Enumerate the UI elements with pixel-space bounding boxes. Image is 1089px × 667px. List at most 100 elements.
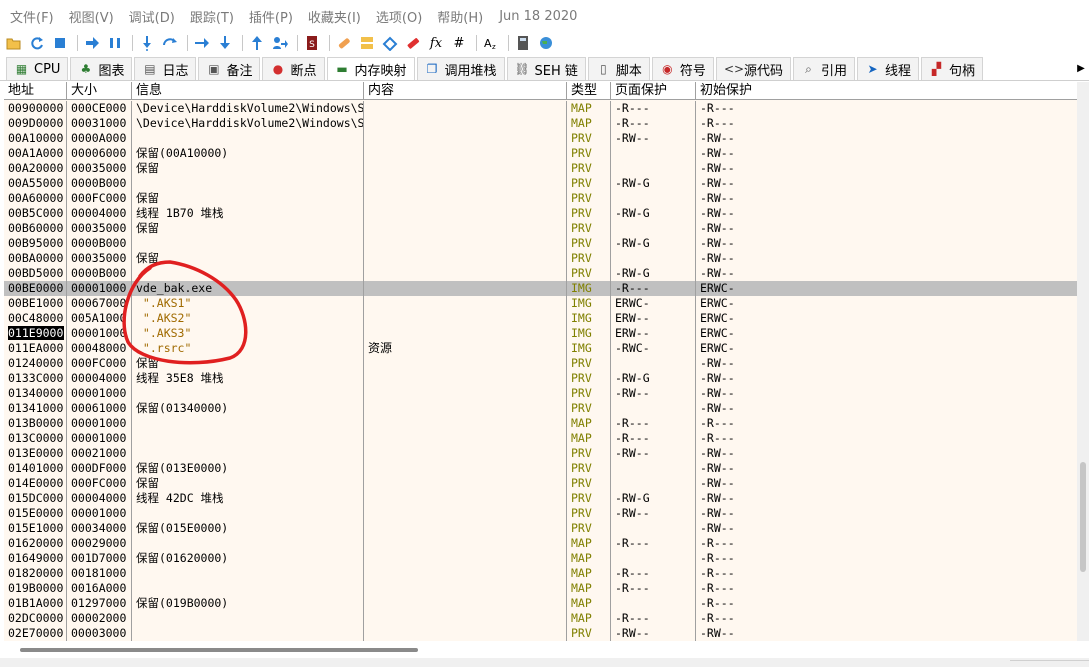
table-row[interactable]: 00A60000 000FC000 保留 PRV -RW-- (4, 191, 1077, 206)
tab-handles[interactable]: ▞ 句柄 (920, 57, 983, 80)
comment-icon[interactable] (357, 33, 377, 53)
table-row[interactable]: 02E70000 00003000 PRV -RW-- -RW-- (4, 626, 1077, 641)
step-into-icon[interactable] (137, 33, 157, 53)
tab-symbols[interactable]: ◉ 符号 (651, 57, 714, 80)
table-row[interactable]: 015E1000 00034000 保留(015E0000) PRV -RW-- (4, 521, 1077, 536)
script-tab-icon: ▯ (600, 61, 607, 76)
function-icon[interactable]: fx (426, 33, 446, 53)
table-row[interactable]: 00A55000 0000B000 PRV -RW-G -RW-- (4, 176, 1077, 191)
table-row[interactable]: 00B60000 00035000 保留 PRV -RW-- (4, 221, 1077, 236)
table-row[interactable]: 00BE0000 00001000 vde_bak.exe IMG -R--- ERWC- (4, 281, 1077, 296)
table-row[interactable]: 0133C000 00004000 线程 35E8 堆栈 PRV -RW-G -RW-- (4, 371, 1077, 386)
table-row[interactable]: 013E0000 00021000 PRV -RW-- -RW-- (4, 446, 1077, 461)
table-row[interactable]: 00900000 000CE000 \Device\HarddiskVolume2\… (4, 101, 1077, 116)
tab-log[interactable]: ▤ 日志 (134, 57, 197, 80)
vertical-scrollbar[interactable] (1077, 82, 1089, 641)
menu-item-3[interactable]: 跟踪(T) (190, 7, 234, 26)
menu-item-6[interactable]: 选项(O) (376, 7, 422, 26)
table-row[interactable]: 009D0000 00031000 \Device\HarddiskVolume2\… (4, 116, 1077, 131)
table-row[interactable]: 00A10000 0000A000 PRV -RW-- -RW-- (4, 131, 1077, 146)
table-row[interactable]: 00B5C000 00004000 线程 1B70 堆栈 PRV -RW-G -RW-- (4, 206, 1077, 221)
table-row[interactable]: 015DC000 00004000 线程 42DC 堆栈 PRV -RW-G -RW-- (4, 491, 1077, 506)
table-row[interactable]: 01401000 000DF000 保留(013E0000) PRV -RW-- (4, 461, 1077, 476)
table-row[interactable]: 00BA0000 00035000 保留 PRV -RW-- (4, 251, 1077, 266)
table-row[interactable]: 00BD5000 0000B000 PRV -RW-G -RW-- (4, 266, 1077, 281)
tab-memory-map[interactable]: ▬ 内存映射 (326, 57, 415, 80)
table-row[interactable]: 00B95000 0000B000 PRV -RW-G -RW-- (4, 236, 1077, 251)
table-row[interactable]: 01341000 00061000 保留(01340000) PRV -RW-- (4, 401, 1077, 416)
table-row[interactable]: 02DC0000 00002000 MAP -R--- -R--- (4, 611, 1077, 626)
table-row[interactable]: 011E9000 00001000 ".AKS3" IMG ERW-- ERWC- (4, 326, 1077, 341)
globe-icon[interactable] (536, 33, 556, 53)
vertical-scrollbar-thumb[interactable] (1080, 462, 1086, 572)
menu-item-1[interactable]: 视图(V) (69, 7, 114, 26)
patch-icon[interactable] (334, 33, 354, 53)
table-row[interactable]: 00BE1000 00067000 ".AKS1" IMG ERWC- ERWC- (4, 296, 1077, 311)
menu-item-7[interactable]: 帮助(H) (437, 7, 483, 26)
menu-item-2[interactable]: 调试(D) (129, 7, 175, 26)
table-row[interactable]: 01B1A000 01297000 保留(019B0000) MAP -R--- (4, 596, 1077, 611)
stop-icon[interactable] (50, 33, 70, 53)
horizontal-scrollbar-thumb[interactable] (20, 648, 418, 652)
step-over-icon[interactable] (160, 33, 180, 53)
tab-threads[interactable]: ➤ 线程 (856, 57, 919, 80)
pause-icon[interactable] (105, 33, 125, 53)
column-header-initial-protection[interactable]: 初始保护 (696, 82, 1077, 100)
open-icon[interactable] (4, 33, 24, 53)
table-row[interactable]: 015E0000 00001000 PRV -RW-- -RW-- (4, 506, 1077, 521)
script-icon[interactable]: S (302, 33, 322, 53)
cell-type: PRV (567, 251, 611, 266)
tab-seh[interactable]: ⛓ SEH 链 (506, 57, 586, 80)
menu-item-0[interactable]: 文件(F) (10, 7, 54, 26)
column-header-page-protection[interactable]: 页面保护 (611, 82, 696, 100)
tab-breakpoint[interactable]: ● 断点 (262, 57, 325, 80)
column-header-content[interactable]: 内容 (364, 82, 567, 100)
table-row[interactable]: 01340000 00001000 PRV -RW-- -RW-- (4, 386, 1077, 401)
calculator-icon[interactable] (513, 33, 533, 53)
menu-item-5[interactable]: 收藏夹(I) (308, 7, 361, 26)
trace-over-icon[interactable] (215, 33, 235, 53)
cell-initial-protection: -RW-- (700, 461, 735, 475)
cell-size: 00035000 (67, 161, 132, 176)
tab-label: 句柄 (948, 63, 975, 79)
tab-scroll-right-icon[interactable]: ▶ (1073, 57, 1089, 79)
font-icon[interactable]: Az (481, 33, 501, 53)
tab-references[interactable]: ⌕ 引用 (792, 57, 855, 80)
column-header-address[interactable]: 地址 (4, 82, 67, 100)
execute-till-return-icon[interactable] (247, 33, 267, 53)
restart-icon[interactable] (27, 33, 47, 53)
table-row[interactable]: 013C0000 00001000 MAP -R--- -R--- (4, 431, 1077, 446)
run-to-user-code-icon[interactable] (270, 33, 290, 53)
horizontal-scrollbar[interactable] (4, 642, 1077, 658)
tab-notes[interactable]: ▣ 备注 (198, 57, 261, 80)
table-row[interactable]: 01620000 00029000 MAP -R--- -R--- (4, 536, 1077, 551)
bookmark-icon[interactable] (403, 33, 423, 53)
column-header-size[interactable]: 大小 (67, 82, 132, 100)
cell-initial-protection: -R--- (700, 611, 735, 625)
table-row[interactable]: 01649000 001D7000 保留(01620000) MAP -R--- (4, 551, 1077, 566)
tab-graph[interactable]: ♣ 图表 (70, 57, 133, 80)
menu-item-4[interactable]: 插件(P) (249, 7, 293, 26)
cell-initial-protection: ERWC- (700, 281, 735, 295)
cell-initial-protection: -R--- (700, 551, 735, 565)
run-icon[interactable] (82, 33, 102, 53)
tab-call-stack[interactable]: ❐ 调用堆栈 (416, 57, 505, 80)
trace-into-icon[interactable] (192, 33, 212, 53)
tab-cpu[interactable]: ▦ CPU (6, 57, 69, 80)
column-header-info[interactable]: 信息 (132, 82, 364, 100)
table-row[interactable]: 01240000 000FC000 保留 PRV -RW-- (4, 356, 1077, 371)
label-icon[interactable] (380, 33, 400, 53)
table-row[interactable]: 01820000 00181000 MAP -R--- -R--- (4, 566, 1077, 581)
table-row[interactable]: 011EA000 00048000 ".rsrc" 资源 IMG -RWC- ERWC- (4, 341, 1077, 356)
table-row[interactable]: 014E0000 000FC000 保留 PRV -RW-- (4, 476, 1077, 491)
table-row[interactable]: 00C48000 005A1000 ".AKS2" IMG ERW-- ERWC- (4, 311, 1077, 326)
tab-source[interactable]: <> 源代码 (715, 57, 791, 80)
table-row[interactable]: 019B0000 0016A000 MAP -R--- -R--- (4, 581, 1077, 596)
table-row[interactable]: 013B0000 00001000 MAP -R--- -R--- (4, 416, 1077, 431)
tab-script-tab[interactable]: ▯ 脚本 (587, 57, 650, 80)
table-row[interactable]: 00A20000 00035000 保留 PRV -RW-- (4, 161, 1077, 176)
column-header-type[interactable]: 类型 (567, 82, 611, 100)
hash-icon[interactable]: # (449, 33, 469, 53)
cell-type: PRV (567, 236, 611, 251)
table-row[interactable]: 00A1A000 00006000 保留(00A10000) PRV -RW-- (4, 146, 1077, 161)
